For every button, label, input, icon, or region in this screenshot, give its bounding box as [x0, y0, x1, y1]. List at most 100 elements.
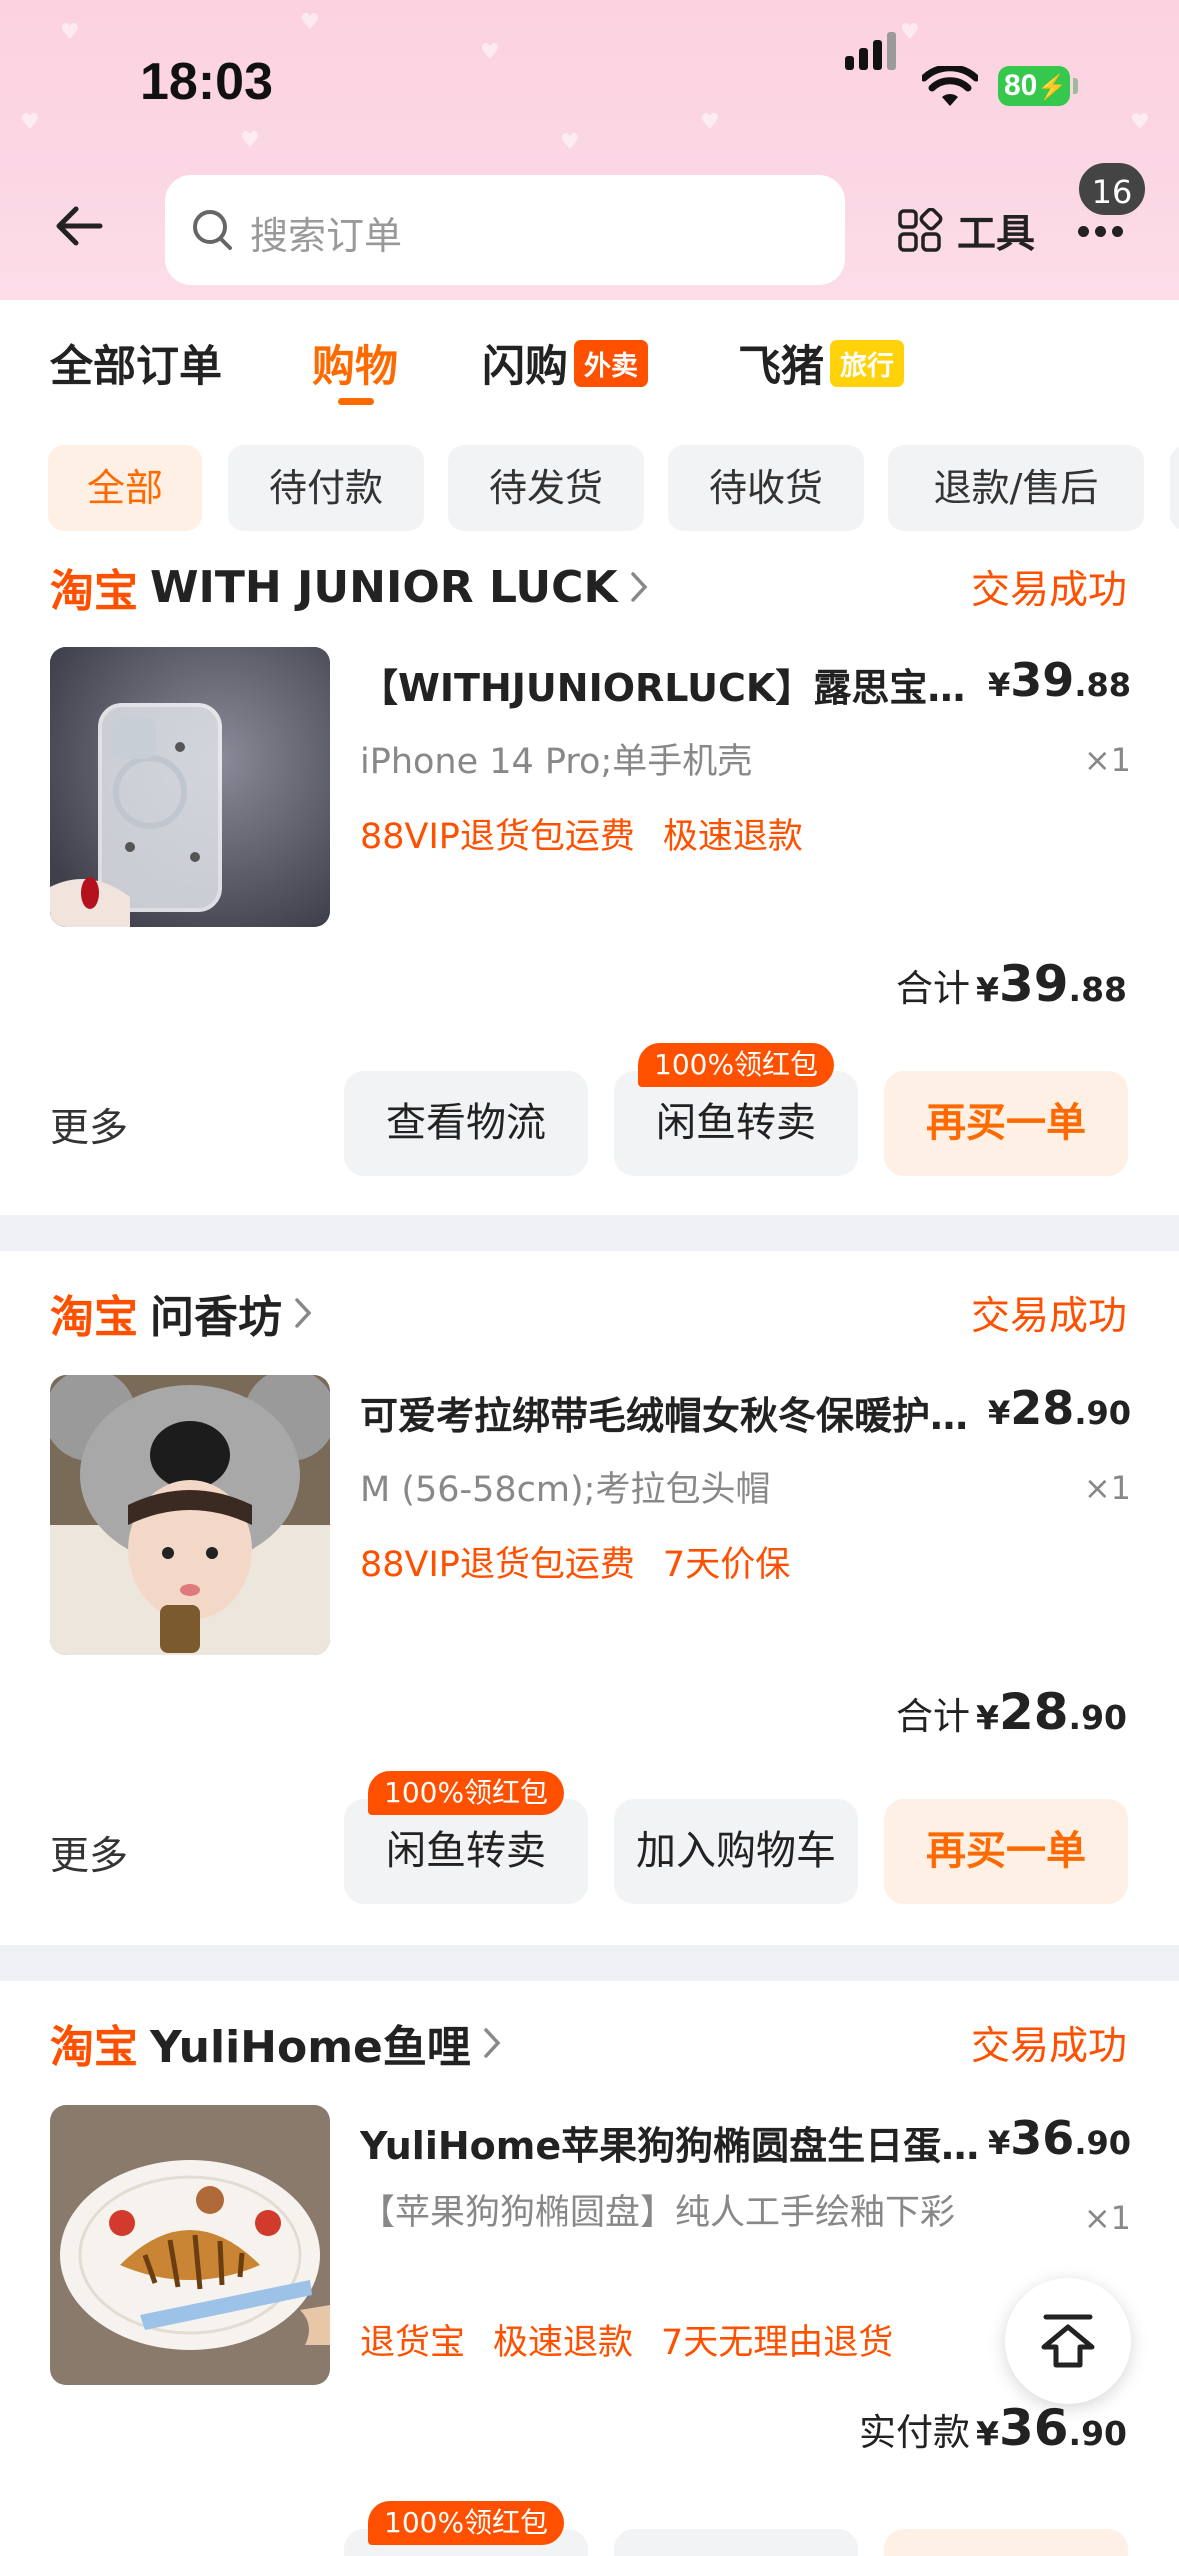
- unit-price: ¥39.88: [988, 653, 1131, 707]
- price-integer: 39: [1010, 653, 1075, 707]
- back-to-top-button[interactable]: [1005, 2278, 1131, 2404]
- product-image-phone-case[interactable]: [50, 647, 330, 927]
- tab-label: 购物: [312, 342, 398, 392]
- quantity: ×1: [1083, 2199, 1131, 2237]
- service-perks: 88VIP退货包运费 极速退款: [360, 808, 831, 859]
- buy-again-button[interactable]: 再买一单: [884, 1071, 1128, 1176]
- price-decimal: .90: [1074, 2124, 1131, 2162]
- heart-decoration-icon: ♥: [300, 10, 320, 35]
- status-filter-bar: 全部 待付款 待发货 待收货 退款/售后: [0, 425, 1179, 555]
- heart-decoration-icon: ♥: [900, 20, 920, 45]
- notification-badge: 16: [1076, 160, 1148, 218]
- red-packet-promo-badge: 100%领红包: [638, 1043, 835, 1087]
- order-card: 淘宝 问香坊 交易成功 可爱考拉绑带毛绒帽女秋冬保暖护耳帽 ¥28.90 M (…: [0, 1251, 1179, 1945]
- total-decimal: .88: [1068, 970, 1127, 1009]
- currency-symbol: ¥: [975, 2414, 999, 2453]
- filter-pending-payment[interactable]: 待付款: [228, 445, 424, 531]
- filter-refund-aftersale[interactable]: 退款/售后: [888, 445, 1144, 531]
- perk-label: 7天无理由退货: [661, 2323, 894, 2363]
- price-decimal: .88: [1074, 666, 1131, 704]
- product-title[interactable]: 可爱考拉绑带毛绒帽女秋冬保暖护耳帽: [360, 1385, 980, 1440]
- product-image-koala-hat[interactable]: [50, 1375, 330, 1655]
- product-spec: M (56-58cm);考拉包头帽: [360, 1470, 771, 1510]
- tools-button[interactable]: 工具: [897, 203, 1035, 259]
- perk-label: 88VIP退货包运费: [360, 817, 635, 857]
- tab-label: 闪购: [482, 342, 568, 392]
- tab-shopping[interactable]: 购物: [312, 332, 398, 405]
- shop-name-link[interactable]: 淘宝 YuliHome鱼哩: [50, 2011, 503, 2075]
- price-decimal: .90: [1074, 1394, 1131, 1432]
- perk-label: 极速退款: [493, 2323, 634, 2363]
- shop-name: 问香坊: [150, 1292, 282, 1343]
- chevron-right-icon: [630, 572, 647, 602]
- tab-all-orders[interactable]: 全部订单: [50, 332, 222, 394]
- shop-name: YuliHome鱼哩: [150, 2022, 471, 2073]
- active-tab-indicator: [338, 398, 374, 405]
- platform-label: 淘宝: [50, 1292, 138, 1343]
- chevron-right-icon: [484, 2028, 501, 2058]
- back-arrow-icon[interactable]: [50, 196, 110, 256]
- battery-icon: 80⚡: [998, 66, 1070, 106]
- total-integer: 28: [998, 1683, 1069, 1741]
- takeout-tag: 外卖: [574, 340, 648, 387]
- view-logistics-button[interactable]: 查看物流: [344, 1071, 588, 1176]
- total-label: 实付款: [858, 2411, 970, 2454]
- total-decimal: .90: [1068, 1698, 1127, 1737]
- service-perks: 退货宝 极速退款 7天无理由退货: [360, 2314, 921, 2365]
- search-placeholder: 搜索订单: [250, 214, 403, 258]
- product-title[interactable]: YuliHome苹果狗狗椭圆盘生日蛋糕盘: [360, 2115, 980, 2170]
- order-total: 实付款 ¥36.90: [859, 2399, 1127, 2457]
- shop-name-link[interactable]: 淘宝 WITH JUNIOR LUCK: [50, 555, 650, 619]
- buy-again-button[interactable]: [884, 2529, 1128, 2556]
- chevron-right-icon: [295, 1298, 312, 1328]
- currency-symbol: ¥: [988, 2124, 1011, 2162]
- order-card: 淘宝 WITH JUNIOR LUCK 交易成功 【WITHJUNIORLUCK…: [0, 555, 1179, 1215]
- perk-label: 极速退款: [662, 817, 803, 857]
- filter-pending-shipment[interactable]: 待发货: [448, 445, 644, 531]
- unit-price: ¥36.90: [988, 2111, 1131, 2165]
- product-spec: iPhone 14 Pro;单手机壳: [360, 742, 753, 782]
- add-to-cart-button[interactable]: 加入购物车: [614, 1799, 858, 1904]
- order-category-tabs: 全部订单 购物 闪购 外卖 飞猪 旅行: [0, 300, 1179, 425]
- platform-label: 淘宝: [50, 566, 138, 617]
- filter-pending-receipt[interactable]: 待收货: [668, 445, 864, 531]
- currency-symbol: ¥: [988, 1394, 1011, 1432]
- tab-flash-buy[interactable]: 闪购 外卖: [482, 332, 648, 394]
- more-menu-icon[interactable]: [1078, 222, 1129, 241]
- quantity: ×1: [1083, 1469, 1131, 1507]
- heart-decoration-icon: ♥: [560, 130, 580, 155]
- order-separator: [0, 1215, 1179, 1251]
- product-image-dog-plate[interactable]: [50, 2105, 330, 2385]
- order-card: 淘宝 YuliHome鱼哩 交易成功 YuliHome苹果狗狗椭圆盘生日蛋糕盘 …: [0, 1981, 1179, 2556]
- total-label: 合计: [895, 967, 970, 1010]
- total-decimal: .90: [1068, 2414, 1127, 2453]
- tab-label: 飞猪: [738, 342, 824, 392]
- order-total: 合计 ¥39.88: [896, 955, 1127, 1013]
- total-integer: 36: [998, 2399, 1069, 2457]
- heart-decoration-icon: ♥: [1130, 110, 1150, 135]
- tab-fliggy[interactable]: 飞猪 旅行: [738, 332, 904, 394]
- platform-label: 淘宝: [50, 2022, 138, 2073]
- product-title[interactable]: 【WITHJUNIORLUCK】露思宝宝可爱手机壳: [360, 657, 980, 712]
- status-time: 18:03: [140, 53, 273, 111]
- perk-label: 退货宝: [360, 2323, 466, 2363]
- filter-all[interactable]: 全部: [48, 445, 202, 531]
- more-actions-link[interactable]: 更多: [50, 1825, 128, 1881]
- total-label: 合计: [895, 1695, 970, 1738]
- currency-symbol: ¥: [988, 666, 1011, 704]
- price-integer: 28: [1010, 1381, 1075, 1435]
- order-action-button[interactable]: [614, 2529, 858, 2556]
- buy-again-button[interactable]: 再买一单: [884, 1799, 1128, 1904]
- grid-tools-icon: [898, 208, 943, 252]
- currency-symbol: ¥: [975, 1698, 999, 1737]
- quantity: ×1: [1083, 741, 1131, 779]
- currency-symbol: ¥: [975, 970, 999, 1009]
- perk-label: 88VIP退货包运费: [360, 1545, 635, 1585]
- more-actions-link[interactable]: 更多: [50, 1097, 128, 1153]
- search-input[interactable]: 搜索订单: [165, 175, 845, 285]
- shop-name-link[interactable]: 淘宝 问香坊: [50, 1281, 314, 1345]
- red-packet-promo-badge: 100%领红包: [368, 1771, 565, 1815]
- heart-decoration-icon: ♥: [480, 40, 500, 65]
- service-perks: 88VIP退货包运费 7天价保: [360, 1536, 818, 1587]
- wifi-icon: [922, 66, 978, 106]
